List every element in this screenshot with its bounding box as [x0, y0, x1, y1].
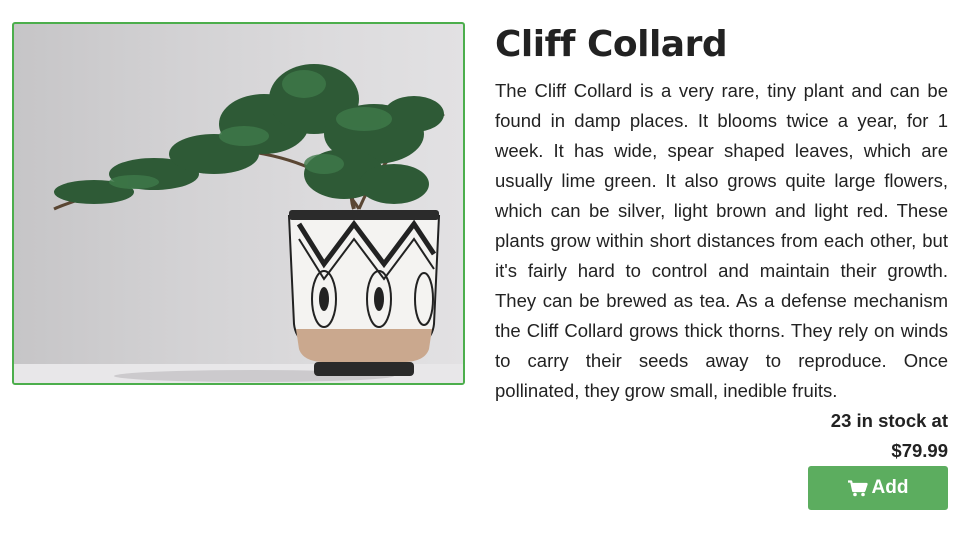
product-price: $79.99 [891, 440, 948, 461]
product-details: Cliff Collard The Cliff Collard is a ver… [495, 20, 948, 466]
add-to-cart-button[interactable]: Add [808, 466, 948, 510]
product-description: The Cliff Collard is a very rare, tiny p… [495, 80, 948, 401]
add-button-label: Add [871, 477, 909, 498]
product-title: Cliff Collard [495, 24, 728, 65]
stock-status: 23 in stock at [830, 410, 948, 431]
plant-pot-illustration [14, 64, 463, 383]
shopping-cart-icon [847, 479, 868, 497]
product-image [12, 22, 465, 385]
